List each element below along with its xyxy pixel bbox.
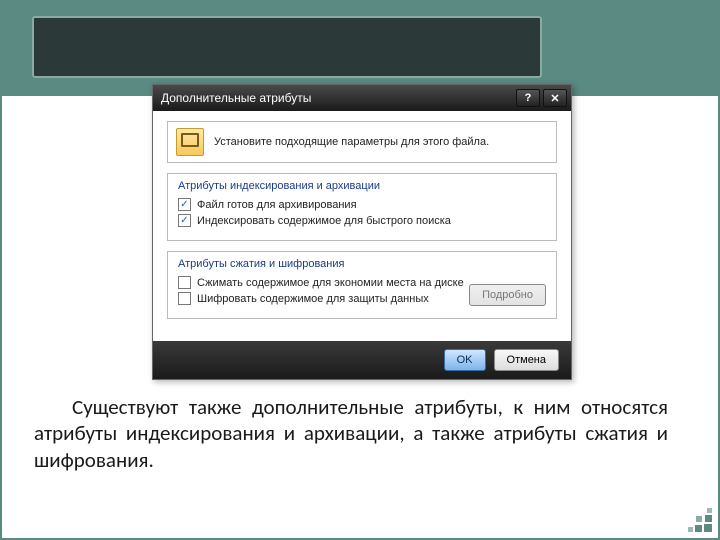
slide-caption: Существуют также дополнительные атрибуты… bbox=[34, 394, 668, 473]
slide-header-band bbox=[2, 2, 718, 96]
encrypt-checkbox[interactable] bbox=[178, 292, 191, 305]
prompt-row: Установите подходящие параметры для этог… bbox=[167, 121, 557, 163]
prompt-text: Установите подходящие параметры для этог… bbox=[214, 136, 489, 148]
close-button[interactable]: ✕ bbox=[543, 89, 567, 107]
cancel-button[interactable]: Отмена bbox=[494, 349, 559, 371]
compress-label: Сжимать содержимое для экономии места на… bbox=[197, 277, 464, 289]
help-button[interactable]: ? bbox=[516, 89, 540, 107]
group2-title: Атрибуты сжатия и шифрования bbox=[178, 258, 546, 270]
index-content-label: Индексировать содержимое для быстрого по… bbox=[197, 215, 451, 227]
encrypt-label: Шифровать содержимое для защиты данных bbox=[197, 293, 429, 305]
index-content-row: ✓ Индексировать содержимое для быстрого … bbox=[178, 214, 546, 227]
dialog-title: Дополнительные атрибуты bbox=[161, 91, 513, 105]
dialog-titlebar: Дополнительные атрибуты ? ✕ bbox=[153, 85, 571, 111]
group-compress-encrypt: Атрибуты сжатия и шифрования Сжимать сод… bbox=[167, 251, 557, 319]
dialog-button-bar: OK Отмена bbox=[153, 341, 571, 379]
advanced-attributes-dialog: Дополнительные атрибуты ? ✕ Установите п… bbox=[152, 84, 572, 380]
archive-ready-row: ✓ Файл готов для архивирования bbox=[178, 198, 546, 211]
group-indexing-archiving: Атрибуты индексирования и архивации ✓ Фа… bbox=[167, 173, 557, 241]
group1-title: Атрибуты индексирования и архивации bbox=[178, 180, 546, 192]
compress-checkbox[interactable] bbox=[178, 276, 191, 289]
folder-properties-icon bbox=[176, 128, 204, 156]
archive-ready-checkbox[interactable]: ✓ bbox=[178, 198, 191, 211]
index-content-checkbox[interactable]: ✓ bbox=[178, 214, 191, 227]
dialog-body: Установите подходящие параметры для этог… bbox=[153, 111, 571, 341]
slide-header-box bbox=[32, 16, 542, 78]
archive-ready-label: Файл готов для архивирования bbox=[197, 199, 357, 211]
slide-corner-logo bbox=[684, 504, 712, 532]
ok-button[interactable]: OK bbox=[444, 349, 486, 371]
details-button[interactable]: Подробно bbox=[469, 284, 546, 306]
